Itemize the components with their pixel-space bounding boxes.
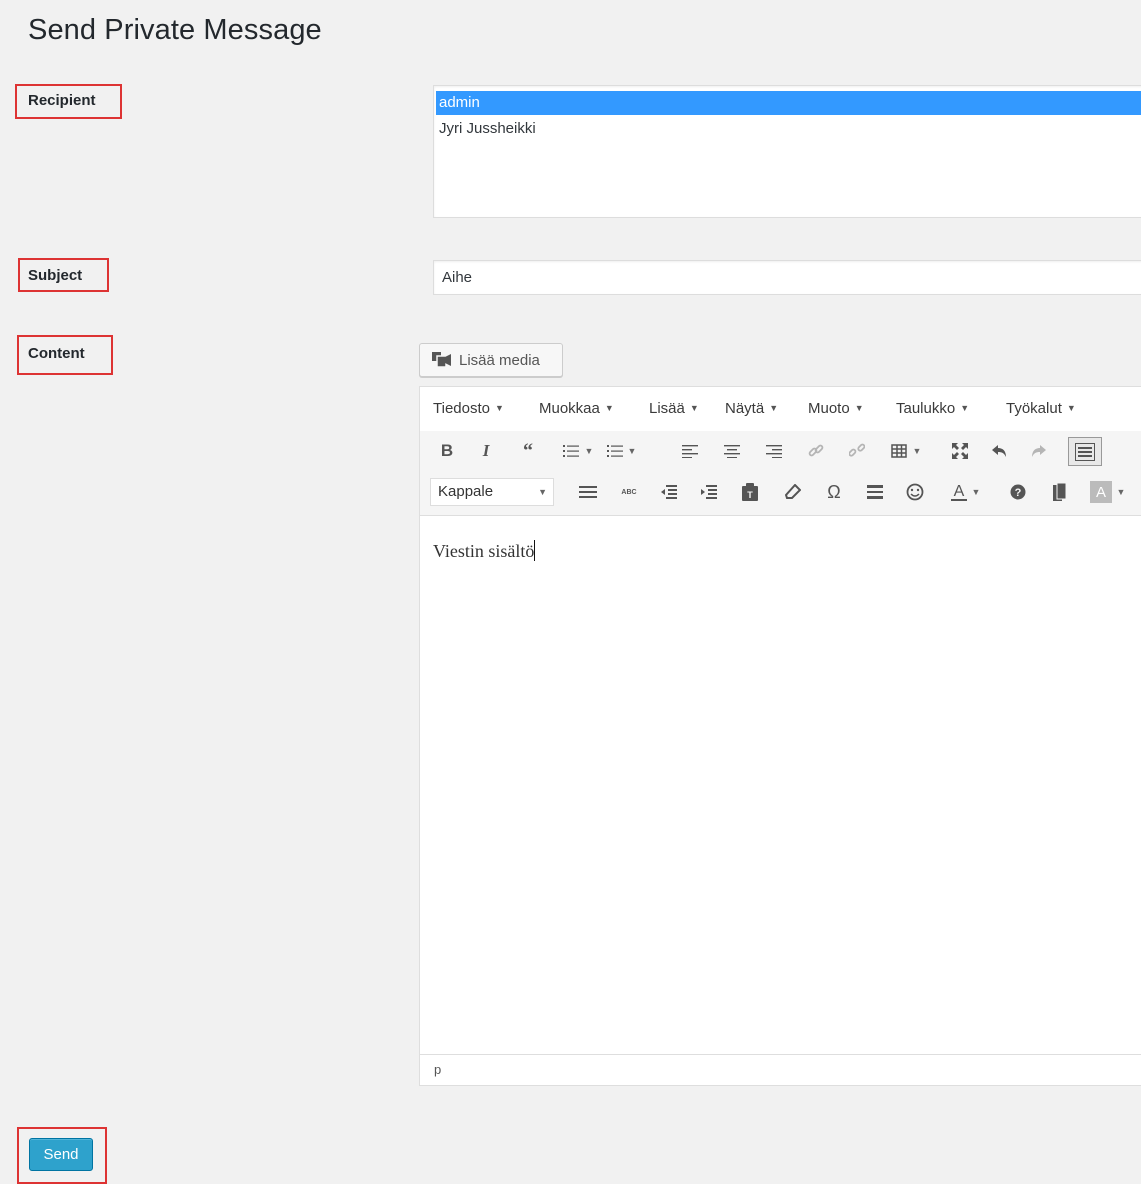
editor-menubar: Tiedosto ▼ Muokkaa ▼ Lisää ▼ Näytä ▼ Muoto ▼ … [420, 387, 1141, 432]
link-icon[interactable] [803, 438, 829, 464]
justify-icon[interactable] [575, 479, 601, 505]
caret-down-icon: ▼ [604, 403, 614, 413]
menu-label: Taulukko [896, 400, 956, 417]
recipient-select[interactable]: admin Jyri Jussheikki [433, 85, 1141, 218]
caret-down-icon: ▼ [1066, 403, 1076, 413]
menu-label: Muoto [808, 400, 850, 417]
text-cursor [534, 540, 536, 561]
menu-muoto[interactable]: Muoto ▼ [808, 400, 864, 417]
background-color-icon[interactable]: A [1088, 479, 1114, 505]
horizontal-line-icon[interactable] [862, 479, 888, 505]
media-icon [432, 352, 451, 368]
content-editor: Tiedosto ▼ Muokkaa ▼ Lisää ▼ Näytä ▼ Muoto ▼ … [419, 386, 1141, 1086]
caret-down-icon: ▼ [494, 403, 504, 413]
menu-label: Näytä [725, 400, 765, 417]
align-right-icon[interactable] [761, 438, 787, 464]
editor-statusbar: p [420, 1054, 1141, 1085]
menu-muokkaa[interactable]: Muokkaa ▼ [539, 400, 614, 417]
text-color-dropdown[interactable]: ▼ [969, 479, 981, 505]
redo-icon[interactable] [1025, 438, 1051, 464]
align-left-icon[interactable] [677, 438, 703, 464]
special-character-icon[interactable]: Ω [821, 479, 847, 505]
fullscreen-icon[interactable] [947, 438, 973, 464]
italic-icon[interactable]: I [473, 438, 499, 464]
subject-input[interactable] [433, 260, 1141, 295]
message-content[interactable]: Viestin sisältö [433, 540, 536, 562]
page-title: Send Private Message [28, 14, 322, 46]
menu-label: Lisää [649, 400, 685, 417]
caret-down-icon: ▼ [854, 403, 864, 413]
caret-down-icon: ▼ [960, 403, 970, 413]
svg-text:?: ? [1015, 487, 1022, 499]
undo-icon[interactable] [987, 438, 1013, 464]
blockquote-icon[interactable]: “ [515, 438, 541, 464]
menu-label: Työkalut [1006, 400, 1062, 417]
clear-formatting-icon[interactable] [780, 479, 806, 505]
indent-icon[interactable] [696, 479, 722, 505]
content-label: Content [28, 345, 85, 362]
caret-down-icon: ▼ [769, 403, 779, 413]
add-media-label: Lisää media [459, 351, 540, 369]
bold-icon[interactable]: B [434, 438, 460, 464]
caret-down-icon: ▼ [689, 403, 699, 413]
bullet-list-icon[interactable] [558, 438, 584, 464]
help-icon[interactable]: ? [1005, 479, 1031, 505]
format-select-value: Kappale [438, 483, 494, 500]
emoticon-icon[interactable] [902, 479, 928, 505]
svg-text:T: T [747, 490, 753, 500]
editor-toolbar: B I “ ▼ ▼ ▼ Kappale ▼ ABC T Ω A ▼ ? A ▼ [420, 431, 1141, 516]
subject-label: Subject [28, 267, 83, 284]
message-content-text: Viestin sisältö [433, 541, 535, 561]
unlink-icon[interactable] [844, 438, 870, 464]
align-center-icon[interactable] [719, 438, 745, 464]
recipient-label: Recipient [28, 92, 96, 109]
svg-text:A: A [1096, 484, 1106, 501]
page-break-icon[interactable] [1047, 479, 1073, 505]
menu-tyokalut[interactable]: Työkalut ▼ [1006, 400, 1076, 417]
menu-taulukko[interactable]: Taulukko ▼ [896, 400, 969, 417]
chevron-down-icon: ▼ [538, 487, 547, 497]
table-icon[interactable] [886, 438, 912, 464]
table-dropdown[interactable]: ▼ [910, 438, 922, 464]
numbered-list-dropdown[interactable]: ▼ [625, 438, 637, 464]
menu-nayta[interactable]: Näytä ▼ [725, 400, 778, 417]
toolbar-toggle-icon[interactable] [1068, 437, 1102, 466]
bullet-list-dropdown[interactable]: ▼ [582, 438, 594, 464]
recipient-option-admin[interactable]: admin [436, 91, 1141, 115]
editor-content-area[interactable]: Viestin sisältö [420, 516, 1141, 1054]
outdent-icon[interactable] [656, 479, 682, 505]
svg-text:A: A [954, 483, 965, 500]
paste-text-icon[interactable]: T [737, 479, 763, 505]
element-path[interactable]: p [434, 1062, 441, 1077]
add-media-button[interactable]: Lisää media [419, 343, 563, 377]
strikethrough-icon[interactable]: ABC [616, 479, 642, 505]
menu-lisaa[interactable]: Lisää ▼ [649, 400, 699, 417]
background-color-dropdown[interactable]: ▼ [1114, 479, 1126, 505]
recipient-option-jyri[interactable]: Jyri Jussheikki [436, 117, 1141, 141]
send-button[interactable]: Send [29, 1138, 93, 1171]
menu-label: Tiedosto [433, 400, 490, 417]
format-select[interactable]: Kappale ▼ [430, 478, 554, 506]
menu-label: Muokkaa [539, 400, 600, 417]
menu-tiedosto[interactable]: Tiedosto ▼ [433, 400, 504, 417]
